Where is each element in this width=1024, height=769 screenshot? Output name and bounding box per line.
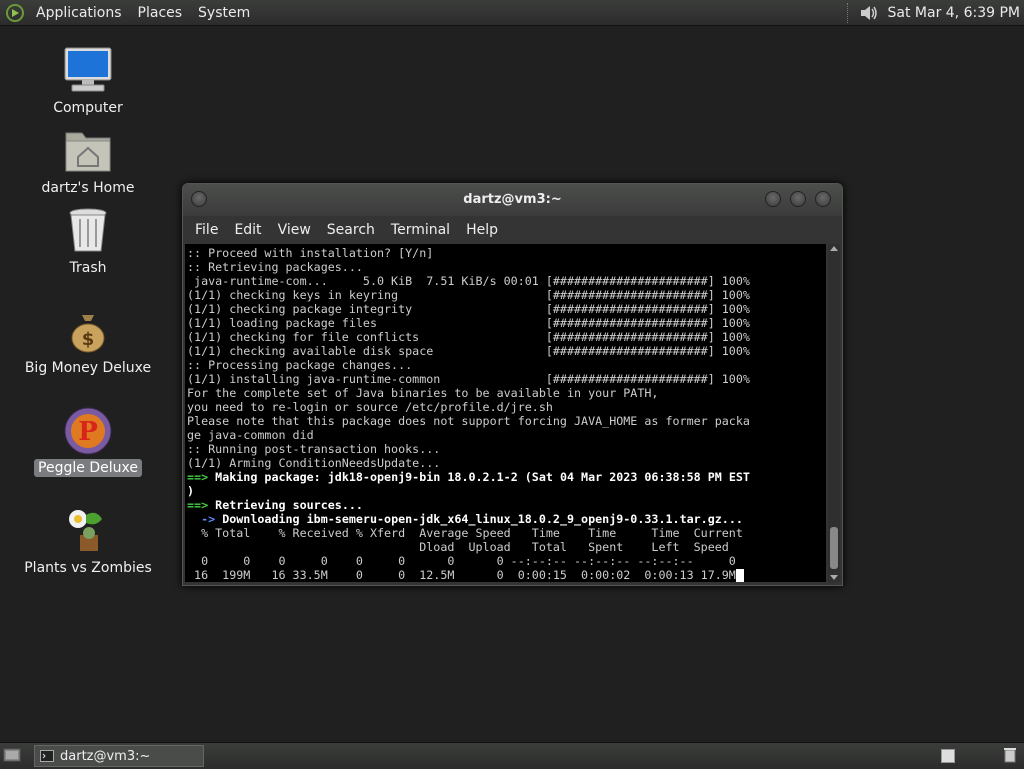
terminal-line: java-runtime-com... 5.0 KiB 7.51 KiB/s 0… [187,274,750,288]
svg-text:P: P [78,417,98,447]
scroll-up-arrow-icon[interactable] [830,246,838,251]
bottom-panel: dartz@vm3:~ [0,742,1024,769]
volume-icon[interactable] [858,3,880,23]
workspace-switcher[interactable] [941,749,955,763]
terminal-line: (1/1) checking package integrity [######… [187,302,750,316]
computer-icon [62,45,114,97]
show-desktop-icon[interactable] [3,747,21,763]
terminal-line: :: Running post-transaction hooks... [187,442,440,456]
terminal-line: ) [187,484,194,498]
window-titlebar[interactable]: dartz@vm3:~ [183,184,842,216]
terminal-line: Making package: jdk18-openj9-bin 18.0.2.… [208,470,750,484]
places-menu[interactable]: Places [130,5,191,21]
scroll-down-arrow-icon[interactable] [830,575,838,580]
scrollbar-thumb[interactable] [830,527,838,569]
desktop-icon-big-money[interactable]: $ Big Money Deluxe [18,305,158,377]
svg-text:$: $ [82,329,95,350]
desktop-icon-label: Peggle Deluxe [34,459,142,477]
trash-icon [62,205,114,257]
curl-header: % Total % Received % Xferd Average Speed… [187,526,743,540]
terminal-menubar: File Edit View Search Terminal Help [183,216,842,244]
desktop-icon-computer[interactable]: Computer [18,45,158,117]
terminal-icon [40,750,54,762]
plants-vs-zombies-icon [62,505,114,557]
terminal-line: :: Proceed with installation? [Y/n] [187,246,433,260]
terminal-line: (1/1) installing java-runtime-common [##… [187,372,750,386]
desktop-icon-label: Trash [66,259,111,277]
menu-terminal[interactable]: Terminal [385,222,456,238]
prompt-arrow: -> [187,512,215,526]
terminal-line: :: Retrieving packages... [187,260,363,274]
top-panel: Applications Places System Sat Mar 4, 6:… [0,0,1024,26]
terminal-line: ge java-common did [187,428,314,442]
desktop-icon-plants-vs-zombies[interactable]: Plants vs Zombies [18,505,158,577]
maximize-button[interactable] [790,191,806,207]
menu-view[interactable]: View [272,222,317,238]
window-title: dartz@vm3:~ [183,192,842,207]
terminal-line: For the complete set of Java binaries to… [187,386,658,400]
desktop-icon-label: Big Money Deluxe [21,359,155,377]
terminal-line: you need to re-login or source /etc/prof… [187,400,553,414]
desktop-icon-label: Plants vs Zombies [20,559,156,577]
clock[interactable]: Sat Mar 4, 6:39 PM [888,5,1024,21]
minimize-button[interactable] [765,191,781,207]
terminal-window: dartz@vm3:~ File Edit View Search Termin… [182,183,843,586]
system-menu[interactable]: System [190,5,258,21]
home-folder-icon [62,125,114,177]
terminal-line: Downloading ibm-semeru-open-jdk_x64_linu… [215,512,743,526]
money-bag-icon: $ [62,305,114,357]
terminal-line: Please note that this package does not s… [187,414,750,428]
desktop-icon-label: Computer [49,99,127,117]
menu-edit[interactable]: Edit [228,222,267,238]
desktop-icon-home[interactable]: dartz's Home [18,125,158,197]
curl-header: Dload Upload Total Spent Left Speed [187,540,729,554]
terminal-cursor [736,569,744,582]
terminal-line: (1/1) Arming ConditionNeedsUpdate... [187,456,440,470]
desktop-icon-trash[interactable]: Trash [18,205,158,277]
terminal-line: (1/1) checking keys in keyring [########… [187,288,750,302]
menu-help[interactable]: Help [460,222,504,238]
curl-progress-row: 16 199M 16 33.5M 0 0 12.5M 0 0:00:15 0:0… [187,568,736,582]
taskbar-button-terminal[interactable]: dartz@vm3:~ [34,745,204,767]
close-button[interactable] [815,191,831,207]
terminal-line: :: Processing package changes... [187,358,412,372]
prompt-arrow: ==> [187,498,208,512]
trash-applet-icon[interactable] [1003,747,1017,763]
panel-separator [847,3,850,23]
terminal-scrollbar[interactable] [828,244,840,582]
desktop-icon-label: dartz's Home [38,179,139,197]
prompt-arrow: ==> [187,470,208,484]
menu-search[interactable]: Search [321,222,381,238]
taskbar-button-label: dartz@vm3:~ [60,749,150,764]
menu-file[interactable]: File [189,222,224,238]
terminal-line: Retrieving sources... [208,498,363,512]
distro-logo-icon[interactable] [6,4,24,22]
applications-menu[interactable]: Applications [28,5,130,21]
panel-tray: Sat Mar 4, 6:39 PM [847,0,1024,25]
desktop-icon-peggle[interactable]: P Peggle Deluxe [18,405,158,477]
terminal-output[interactable]: :: Proceed with installation? [Y/n] :: R… [185,244,826,582]
terminal-line: (1/1) loading package files [###########… [187,316,750,330]
peggle-icon: P [62,405,114,457]
terminal-line: (1/1) checking available disk space [###… [187,344,750,358]
terminal-line: (1/1) checking for file conflicts [#####… [187,330,750,344]
curl-progress-row: 0 0 0 0 0 0 0 0 --:--:-- --:--:-- --:--:… [187,554,736,568]
